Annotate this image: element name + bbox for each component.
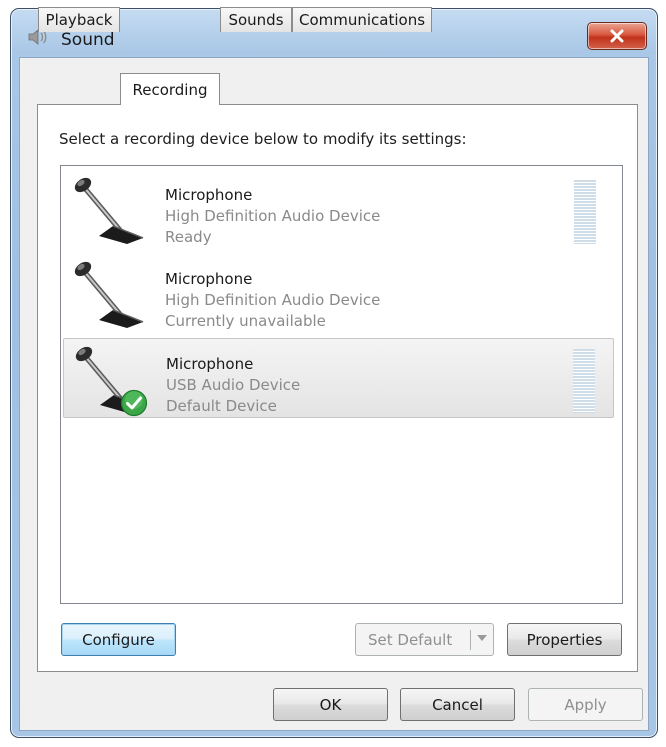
apply-label: Apply bbox=[564, 695, 607, 714]
configure-button[interactable]: Configure bbox=[61, 623, 176, 656]
device-item-selected[interactable]: Microphone USB Audio Device Default Devi… bbox=[63, 338, 614, 418]
tab-communications[interactable]: Communications bbox=[292, 7, 432, 32]
chevron-down-icon[interactable] bbox=[477, 635, 487, 641]
device-status: Default Device bbox=[166, 397, 277, 415]
level-meter bbox=[574, 180, 596, 244]
ok-label: OK bbox=[319, 695, 342, 714]
device-item[interactable]: Microphone High Definition Audio Device … bbox=[63, 254, 614, 334]
device-description: High Definition Audio Device bbox=[165, 291, 381, 309]
close-button[interactable] bbox=[587, 22, 647, 50]
tab-label: Sounds bbox=[228, 11, 284, 29]
level-meter bbox=[573, 349, 595, 413]
tab-label: Playback bbox=[45, 11, 113, 29]
device-status: Ready bbox=[165, 228, 212, 246]
properties-label: Properties bbox=[526, 630, 603, 649]
default-checkmark-icon bbox=[120, 389, 148, 417]
properties-button[interactable]: Properties bbox=[507, 623, 622, 656]
microphone-icon bbox=[74, 177, 144, 244]
device-status: Currently unavailable bbox=[165, 312, 326, 330]
tab-label: Communications bbox=[298, 11, 426, 29]
device-item[interactable]: Microphone High Definition Audio Device … bbox=[63, 170, 614, 250]
tab-playback[interactable]: Playback bbox=[38, 7, 120, 32]
cancel-button[interactable]: Cancel bbox=[400, 688, 515, 721]
device-description: High Definition Audio Device bbox=[165, 207, 381, 225]
device-name: Microphone bbox=[166, 355, 254, 373]
device-description: USB Audio Device bbox=[166, 376, 301, 394]
apply-button[interactable]: Apply bbox=[528, 688, 643, 721]
tab-label: Recording bbox=[132, 81, 208, 99]
tab-sounds[interactable]: Sounds bbox=[220, 7, 292, 32]
instruction-text: Select a recording device below to modif… bbox=[59, 130, 467, 148]
cancel-label: Cancel bbox=[432, 695, 483, 714]
tab-recording[interactable]: Recording bbox=[120, 73, 220, 105]
window-title: Sound bbox=[61, 30, 115, 50]
split-separator bbox=[470, 630, 471, 650]
ok-button[interactable]: OK bbox=[273, 688, 388, 721]
configure-label: Configure bbox=[82, 630, 155, 649]
set-default-split-button[interactable]: Set Default bbox=[355, 623, 494, 656]
recording-device-list[interactable]: Microphone High Definition Audio Device … bbox=[60, 165, 623, 604]
microphone-icon bbox=[74, 261, 144, 328]
set-default-label: Set Default bbox=[368, 630, 453, 649]
close-icon bbox=[610, 29, 624, 43]
device-name: Microphone bbox=[165, 186, 253, 204]
device-name: Microphone bbox=[165, 270, 253, 288]
